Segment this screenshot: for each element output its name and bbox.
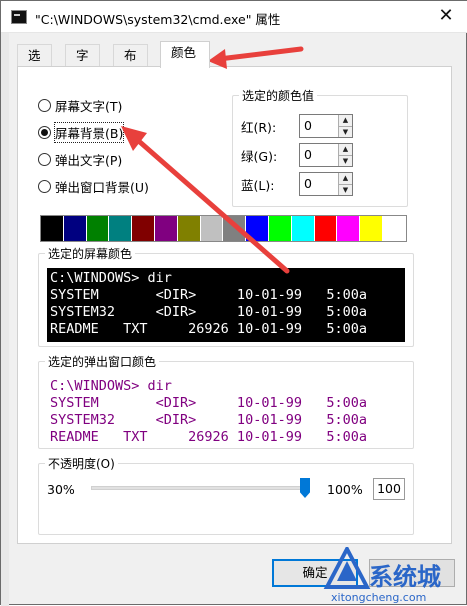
popup-color-preview: C:\WINDOWS> dir SYSTEM <DIR> 10-01-99 5:… bbox=[47, 376, 405, 444]
red-value[interactable]: 0 bbox=[300, 115, 338, 137]
cmd-icon bbox=[11, 10, 27, 24]
spin-down-icon[interactable]: ▼ bbox=[339, 184, 352, 195]
preview-line: C:\WINDOWS> dir bbox=[50, 378, 172, 394]
tab-font[interactable]: 字体 bbox=[65, 44, 100, 84]
ok-button[interactable]: 确定 bbox=[272, 559, 358, 587]
green-stepper[interactable]: 0 ▲ ▼ bbox=[299, 143, 353, 167]
tab-layout[interactable]: 布局 bbox=[113, 44, 148, 84]
cancel-button[interactable] bbox=[369, 559, 455, 587]
green-row: 绿(G): 0 ▲ ▼ bbox=[241, 143, 353, 167]
spin-down-icon[interactable]: ▼ bbox=[339, 155, 352, 166]
palette-swatch[interactable] bbox=[246, 216, 269, 241]
properties-dialog: "C:\WINDOWS\system32\cmd.exe" 属性 ✕ 选项 字体… bbox=[0, 0, 467, 606]
blue-label: 蓝(L): bbox=[241, 177, 275, 193]
tab-colors[interactable]: 颜色 bbox=[160, 41, 210, 68]
palette-swatch[interactable] bbox=[314, 216, 338, 241]
palette-swatch[interactable] bbox=[291, 216, 315, 241]
palette-swatch[interactable] bbox=[154, 216, 178, 241]
color-palette bbox=[40, 215, 407, 242]
palette-swatch[interactable] bbox=[337, 216, 361, 241]
palette-swatch[interactable] bbox=[223, 216, 247, 241]
radio-screen-background[interactable]: 屏幕背景(B) bbox=[38, 119, 149, 146]
green-value[interactable]: 0 bbox=[300, 144, 338, 166]
opacity-slider-thumb[interactable] bbox=[300, 478, 310, 498]
palette-swatch[interactable] bbox=[41, 216, 64, 241]
red-spin-buttons: ▲ ▼ bbox=[338, 115, 352, 137]
title-bar[interactable]: "C:\WINDOWS\system32\cmd.exe" 属性 ✕ bbox=[1, 1, 467, 33]
preview-line: README TXT 26926 10-01-99 5:00a bbox=[50, 321, 367, 337]
green-label: 绿(G): bbox=[241, 148, 278, 164]
opacity-value-field[interactable]: 100 bbox=[373, 478, 405, 500]
watermark-url: xitongcheng.com bbox=[331, 591, 427, 604]
radio-label: 屏幕文字(T) bbox=[55, 99, 123, 114]
palette-swatch[interactable] bbox=[177, 216, 201, 241]
red-stepper[interactable]: 0 ▲ ▼ bbox=[299, 114, 353, 138]
screen-color-preview: C:\WINDOWS> dir SYSTEM <DIR> 10-01-99 5:… bbox=[47, 268, 405, 342]
spin-up-icon[interactable]: ▲ bbox=[339, 144, 352, 156]
preview-line: SYSTEM <DIR> 10-01-99 5:00a bbox=[50, 287, 367, 303]
palette-swatch[interactable] bbox=[360, 216, 383, 241]
radio-popup-text[interactable]: 弹出文字(P) bbox=[38, 146, 149, 173]
opacity-group: 不透明度(O) 30% 100% 100 bbox=[38, 455, 414, 535]
radio-screen-text[interactable]: 屏幕文字(T) bbox=[38, 92, 149, 119]
popup-colors-group: 选定的弹出窗口颜色 C:\WINDOWS> dir SYSTEM <DIR> 1… bbox=[38, 353, 414, 449]
palette-swatch[interactable] bbox=[132, 216, 155, 241]
palette-swatch[interactable] bbox=[200, 216, 224, 241]
blue-row: 蓝(L): 0 ▲ ▼ bbox=[241, 172, 353, 196]
opacity-min-label: 30% bbox=[47, 482, 75, 497]
radio-label: 弹出文字(P) bbox=[55, 153, 123, 168]
color-values-title: 选定的颜色值 bbox=[239, 87, 318, 104]
close-button[interactable]: ✕ bbox=[432, 5, 460, 29]
opacity-max-label: 100% bbox=[327, 482, 363, 497]
color-values-group: 选定的颜色值 红(R): 0 ▲ ▼ 绿(G): 0 ▲ ▼ 蓝(L): 0 ▲… bbox=[232, 87, 408, 207]
background-window-strip bbox=[1, 33, 9, 606]
screen-colors-group: 选定的屏幕颜色 C:\WINDOWS> dir SYSTEM <DIR> 10-… bbox=[38, 245, 414, 347]
radio-button[interactable] bbox=[38, 180, 51, 193]
preview-line: README TXT 26926 10-01-99 5:00a bbox=[50, 429, 367, 444]
radio-button[interactable] bbox=[38, 153, 51, 166]
blue-stepper[interactable]: 0 ▲ ▼ bbox=[299, 172, 353, 196]
radio-popup-background[interactable]: 弹出窗口背景(U) bbox=[38, 173, 149, 200]
palette-swatch[interactable] bbox=[63, 216, 87, 241]
spin-up-icon[interactable]: ▲ bbox=[339, 173, 352, 185]
radio-label: 弹出窗口背景(U) bbox=[55, 180, 149, 195]
preview-line: SYSTEM <DIR> 10-01-99 5:00a bbox=[50, 395, 367, 411]
opacity-title: 不透明度(O) bbox=[45, 455, 118, 472]
spin-down-icon[interactable]: ▼ bbox=[339, 126, 352, 137]
popup-colors-title: 选定的弹出窗口颜色 bbox=[45, 353, 160, 370]
preview-line: C:\WINDOWS> dir bbox=[50, 270, 172, 286]
radio-button[interactable] bbox=[38, 99, 51, 112]
window-title: "C:\WINDOWS\system32\cmd.exe" 属性 bbox=[35, 12, 281, 27]
green-spin-buttons: ▲ ▼ bbox=[338, 144, 352, 166]
palette-swatch[interactable] bbox=[86, 216, 110, 241]
spin-up-icon[interactable]: ▲ bbox=[339, 115, 352, 127]
blue-spin-buttons: ▲ ▼ bbox=[338, 173, 352, 195]
opacity-slider[interactable] bbox=[91, 478, 310, 498]
palette-swatch[interactable] bbox=[109, 216, 133, 241]
palette-swatch[interactable] bbox=[268, 216, 292, 241]
radio-button[interactable] bbox=[38, 126, 51, 139]
preview-line: SYSTEM32 <DIR> 10-01-99 5:00a bbox=[50, 412, 367, 428]
red-label: 红(R): bbox=[241, 119, 277, 135]
red-row: 红(R): 0 ▲ ▼ bbox=[241, 114, 353, 138]
radio-label: 屏幕背景(B) bbox=[53, 122, 125, 143]
screen-colors-title: 选定的屏幕颜色 bbox=[45, 245, 136, 262]
colors-panel: 屏幕文字(T) 屏幕背景(B) 弹出文字(P) 弹出窗口背景(U) 选定的颜色值… bbox=[17, 66, 452, 544]
preview-line: SYSTEM32 <DIR> 10-01-99 5:00a bbox=[50, 304, 367, 320]
blue-value[interactable]: 0 bbox=[300, 173, 338, 195]
tab-options[interactable]: 选项 bbox=[17, 44, 52, 84]
color-target-radio-group: 屏幕文字(T) 屏幕背景(B) 弹出文字(P) 弹出窗口背景(U) bbox=[38, 92, 149, 200]
palette-swatch[interactable] bbox=[382, 216, 406, 241]
